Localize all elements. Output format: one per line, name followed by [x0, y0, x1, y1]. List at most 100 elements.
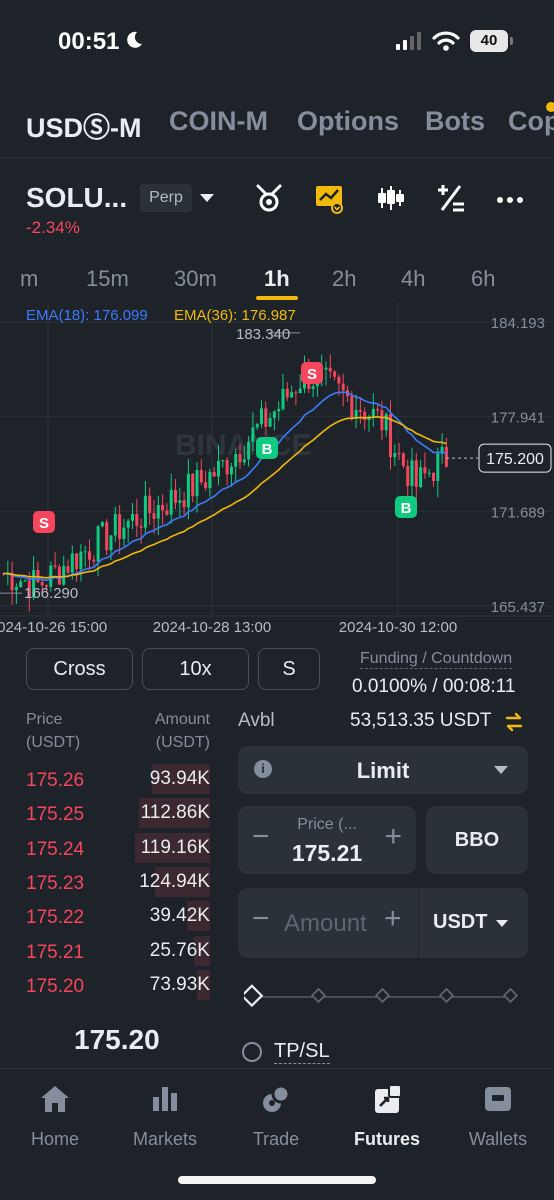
nav-home[interactable]: Home [0, 1083, 110, 1150]
margin-mode-button[interactable]: Cross [26, 648, 133, 690]
candle [285, 382, 289, 402]
interval-tab[interactable]: 2h [332, 266, 356, 292]
candle-body [100, 522, 104, 527]
candle-body [122, 527, 126, 539]
calculator-icon[interactable] [434, 182, 468, 214]
bbo-button[interactable]: BBO [426, 806, 528, 874]
amount-increase-button[interactable]: + [384, 902, 402, 936]
candle [161, 494, 165, 525]
candle-body [281, 388, 285, 409]
candle-body [444, 446, 448, 467]
available-label: Avbl [238, 710, 275, 731]
candle-body [401, 453, 405, 466]
candle-body [406, 465, 410, 486]
interval-tab[interactable]: 30m [174, 266, 217, 292]
nav-wallets[interactable]: Wallets [443, 1083, 553, 1150]
orderbook-ask-row[interactable]: 175.26 93.94K [0, 764, 214, 798]
amount-decrease-button[interactable]: − [252, 902, 270, 936]
transfer-icon[interactable] [504, 712, 524, 732]
symbol-name[interactable]: SOLU... [26, 182, 127, 214]
candle [212, 466, 216, 477]
candle-body [92, 559, 96, 562]
chart-toggle-icon[interactable] [312, 182, 346, 214]
order-type-select[interactable]: i Limit [238, 746, 528, 794]
candlestick-series [2, 354, 448, 612]
candle-body [341, 383, 345, 391]
candle [354, 394, 358, 429]
amount-input[interactable]: − Amount + USDT [238, 888, 528, 958]
candle [174, 479, 177, 510]
orderbook-ask-row[interactable]: 175.20 73.93K [0, 969, 214, 1004]
status-bar: 00:51 40 [0, 0, 554, 84]
candle [122, 518, 126, 547]
marker-label: S [307, 366, 317, 383]
funding-label[interactable]: Funding / Countdown [360, 650, 513, 669]
interval-tab[interactable]: 15m [86, 266, 129, 292]
amount-slider[interactable] [244, 984, 520, 1010]
nav-home-label: Home [30, 1129, 79, 1149]
last-price[interactable]: 175.20 [74, 1024, 160, 1056]
current-price-label: 175.200 [486, 451, 544, 468]
candle-body [156, 504, 160, 519]
candlestick-icon[interactable] [374, 182, 408, 214]
tab-usds-m[interactable]: USDⓈ-M [26, 106, 142, 145]
price-increase-button[interactable]: + [384, 820, 402, 854]
candle [406, 459, 410, 502]
marker-label: S [39, 515, 49, 532]
candle-body [277, 408, 281, 412]
candle-body [212, 471, 216, 477]
candle-body [186, 473, 190, 508]
orderbook-ask-row[interactable]: 175.22 39.42K [0, 901, 214, 935]
nav-markets[interactable]: Markets [110, 1083, 220, 1150]
bot-icon[interactable] [252, 182, 286, 214]
candle-body [328, 367, 332, 372]
tab-coin-m[interactable]: COIN-M [169, 106, 268, 137]
tab-options[interactable]: Options [297, 106, 399, 137]
orderbook-ask-row[interactable]: 175.23 124.94K [0, 866, 214, 901]
symbol-dropdown-icon[interactable] [200, 194, 214, 202]
nav-trade[interactable]: Trade [221, 1083, 331, 1150]
candle-body [247, 441, 251, 460]
markets-icon [153, 1087, 177, 1111]
asset-mode-button[interactable]: S [258, 648, 320, 690]
amount-unit-select[interactable]: USDT [433, 911, 487, 934]
tab-bots[interactable]: Bots [425, 106, 485, 137]
interval-tab[interactable]: 6h [471, 266, 495, 292]
ema18-line [3, 391, 447, 582]
high-price-label: 183.340 [236, 326, 290, 343]
x-tick-label: 2024-10-26 15:00 [0, 619, 107, 636]
candle [143, 481, 147, 535]
orderbook-price-header: Price (USDT) [26, 711, 81, 751]
tpsl-checkbox[interactable] [242, 1042, 262, 1062]
orderbook-ask-row[interactable]: 175.21 25.76K [0, 935, 214, 970]
candle [268, 412, 272, 428]
candle-body [229, 466, 233, 475]
interval-tab-active[interactable]: 1h [264, 266, 290, 292]
candle-body [53, 565, 57, 567]
price-chart[interactable]: BINANCE 184.193 177.941 171.689 165.437 2024… [0, 302, 554, 638]
candle-body [414, 460, 418, 488]
ask-price: 175.26 [26, 770, 85, 791]
ask-amount: 25.76K [149, 939, 210, 961]
interval-tab[interactable]: 4h [401, 266, 425, 292]
interval-tab[interactable]: m [20, 266, 38, 292]
candle [324, 361, 328, 386]
more-icon[interactable] [494, 182, 528, 214]
price-input[interactable]: − Price (... 175.21 + [238, 806, 416, 874]
candle [66, 559, 70, 575]
nav-futures[interactable]: Futures [332, 1083, 442, 1150]
home-icon [41, 1086, 69, 1112]
amount-placeholder[interactable]: Amount [284, 910, 367, 938]
candle-body [251, 427, 255, 442]
orderbook-ask-row[interactable]: 175.25 112.86K [0, 798, 214, 832]
candle [371, 393, 375, 427]
candle-body [75, 553, 79, 570]
leverage-button[interactable]: 10x [142, 648, 249, 690]
moon-icon [127, 31, 142, 48]
orderbook-ask-row[interactable]: 175.24 119.16K [0, 832, 214, 867]
marker-label: B [262, 441, 273, 458]
tpsl-label[interactable]: TP/SL [274, 1040, 330, 1064]
battery-indicator: 40 [470, 30, 513, 52]
candle-body [294, 392, 298, 394]
ask-amount: 93.94K [149, 768, 210, 789]
